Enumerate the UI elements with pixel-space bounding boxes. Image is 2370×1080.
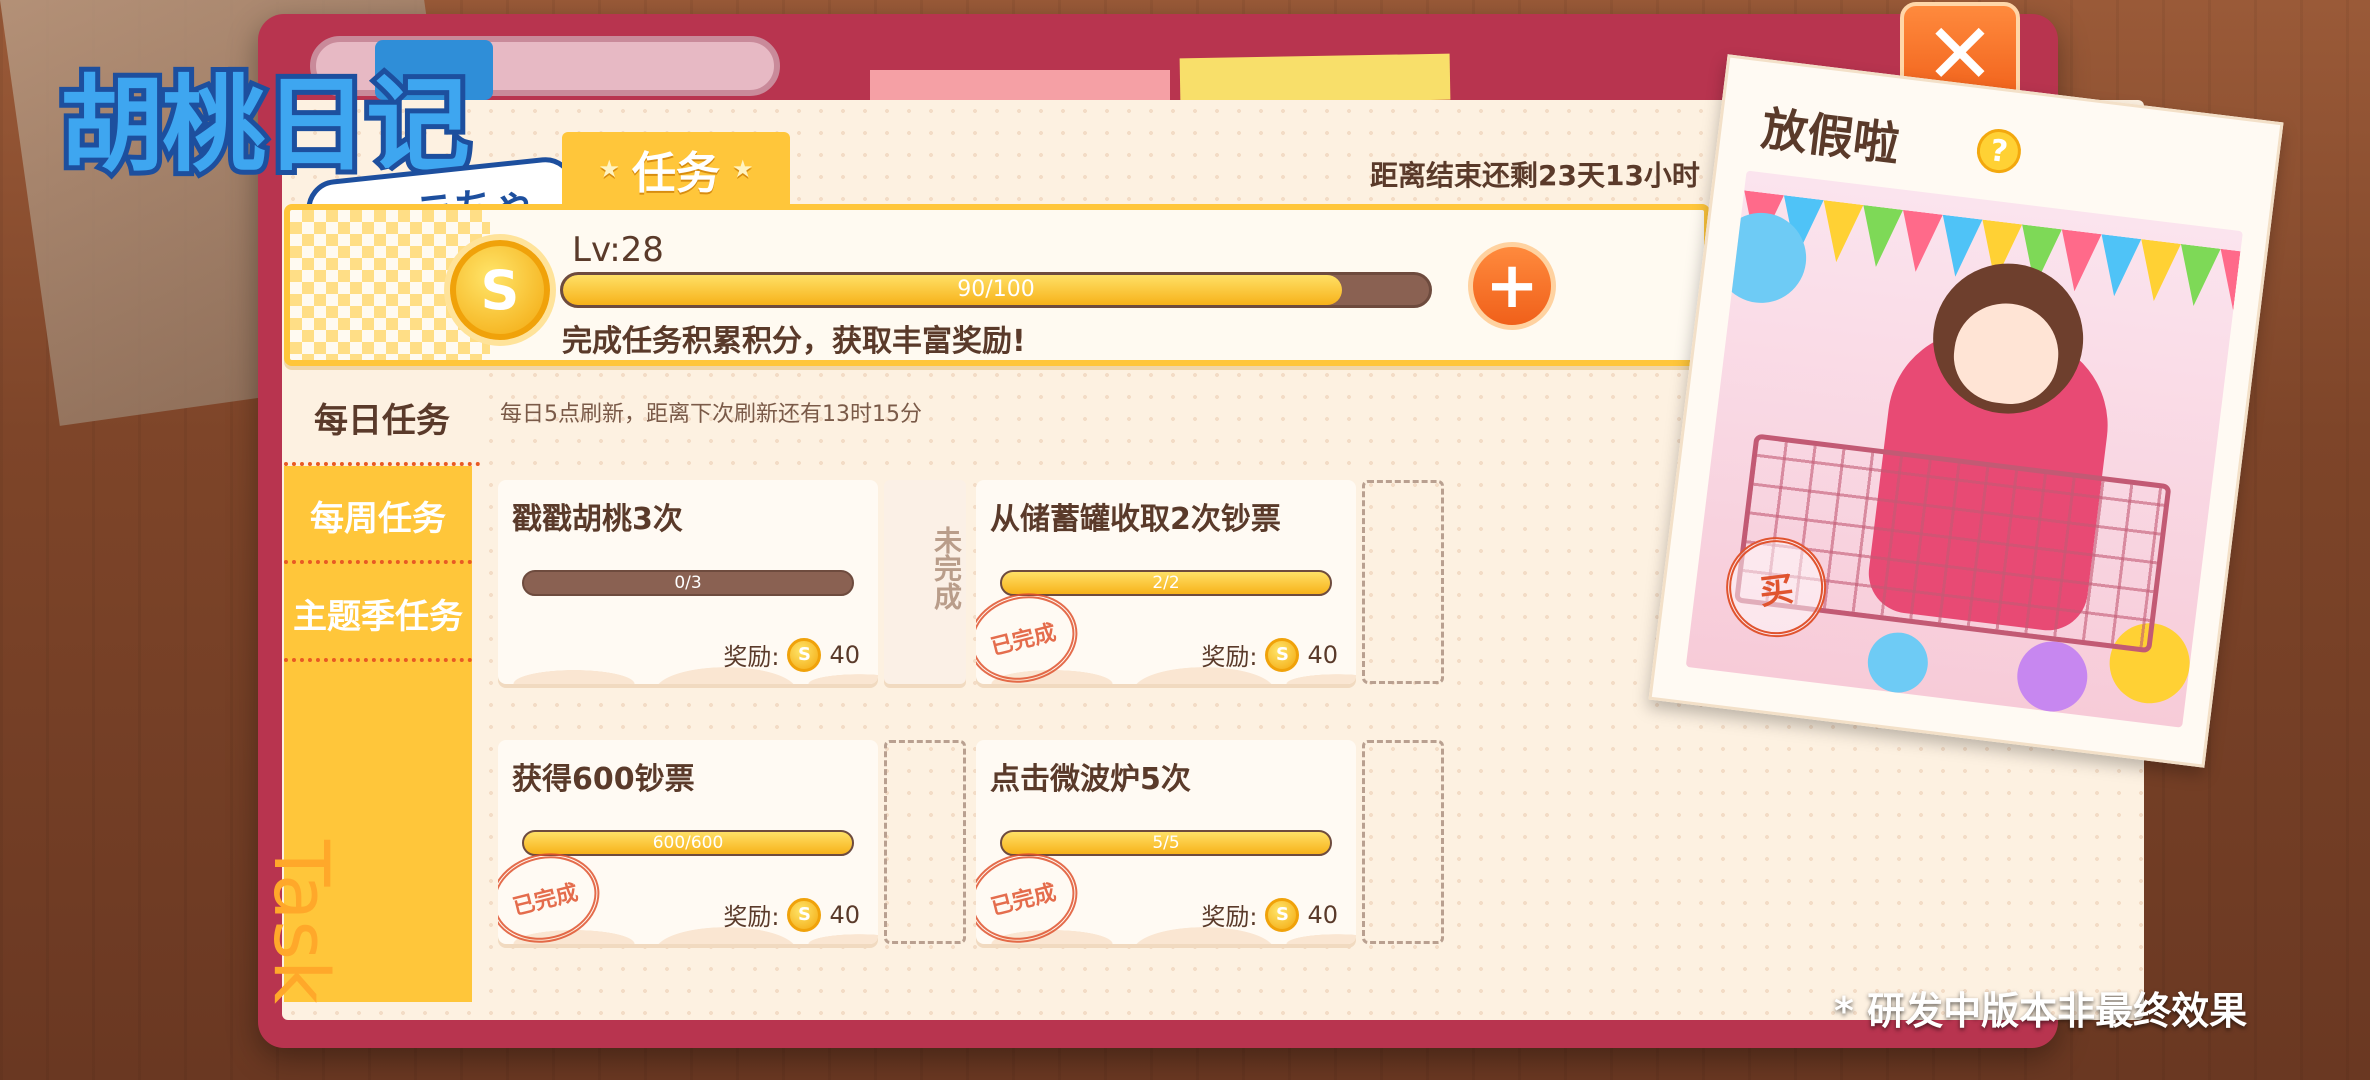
reward-label: 奖励: — [723, 903, 780, 931]
coin-icon: S — [1265, 637, 1300, 672]
tab-label: 主题季任务 — [293, 596, 463, 637]
task-title: 任务 — [632, 148, 720, 199]
disclaimer: * 研发中版本非最终效果 — [1834, 989, 2248, 1033]
task-progress-bar: 5/5 — [1000, 830, 1332, 856]
task-progress-text: 2/2 — [1152, 573, 1180, 593]
task-title: 戳戳胡桃3次 — [512, 502, 683, 537]
task-watermark: Task — [257, 840, 346, 1005]
task-title: 从储蓄罐收取2次钞票 — [990, 502, 1281, 537]
add-points-button[interactable]: + — [1468, 242, 1556, 330]
task-card[interactable]: 戳戳胡桃3次 0/3 奖励: S 40 — [498, 480, 878, 684]
level-progress-text: 90/100 — [957, 277, 1035, 302]
task-reward: 奖励: S 40 — [1201, 637, 1338, 672]
tab-weekly-tasks[interactable]: 每周任务 — [284, 470, 472, 564]
task-reward: 奖励: S 40 — [723, 897, 860, 932]
task-status-incomplete: 未完成 — [930, 526, 963, 610]
refresh-note: 每日5点刷新，距离下次刷新还有13时15分 — [500, 402, 922, 427]
balloon-icon — [1864, 629, 1932, 697]
coin-icon: S — [787, 637, 822, 672]
task-progress-bar: 2/2 — [1000, 570, 1332, 596]
help-icon[interactable]: ? — [1974, 126, 2024, 176]
task-title: 获得600钞票 — [512, 762, 695, 797]
reward-label: 奖励: — [1201, 643, 1258, 671]
event-countdown: 距离结束还剩23天13小时 — [1370, 159, 1700, 192]
task-status-slot — [1362, 740, 1444, 944]
reward-amount: 40 — [1307, 900, 1338, 929]
task-progress-text: 0/3 — [674, 573, 702, 593]
reward-amount: 40 — [829, 640, 860, 669]
task-status-slot: 未完成 — [884, 480, 966, 684]
tab-daily-tasks[interactable]: 每日任务 — [284, 372, 480, 466]
coin-icon: S — [450, 240, 550, 340]
task-card[interactable]: 获得600钞票 600/600 已完成 奖励: S 40 — [498, 740, 878, 944]
level-label: Lv:28 — [572, 230, 664, 270]
task-reward: 奖励: S 40 — [723, 637, 860, 672]
tab-label: 每周任务 — [310, 498, 446, 539]
event-card[interactable]: 放假啦 ? 买 — [1648, 54, 2284, 768]
event-illustration: 买 — [1685, 170, 2243, 728]
reward-label: 奖励: — [1201, 903, 1258, 931]
task-title-tab: ★ 任务 ★ — [562, 132, 790, 206]
task-progress-text: 5/5 — [1152, 833, 1180, 853]
task-progress-text: 600/600 — [652, 833, 724, 853]
tab-season-tasks[interactable]: 主题季任务 — [284, 568, 472, 662]
event-title: 放假啦 — [1758, 101, 1903, 172]
balloon-icon — [2013, 637, 2092, 716]
reward-amount: 40 — [1307, 640, 1338, 669]
level-panel: S Lv:28 90/100 完成任务积累积分，获取丰富奖励! + — [284, 204, 1710, 366]
reward-amount: 40 — [829, 900, 860, 929]
task-title: 点击微波炉5次 — [990, 762, 1191, 797]
task-progress-bar: 0/3 — [522, 570, 854, 596]
plus-icon: + — [1485, 249, 1539, 323]
task-progress-bar: 600/600 — [522, 830, 854, 856]
task-card[interactable]: 从储蓄罐收取2次钞票 2/2 已完成 奖励: S 40 — [976, 480, 1356, 684]
coin-icon: S — [787, 897, 822, 932]
level-progress-bar: 90/100 — [560, 272, 1432, 308]
sticky-note-yellow — [1179, 53, 1451, 105]
logo-title: 胡桃日记 — [55, 59, 475, 191]
task-status-slot — [1362, 480, 1444, 684]
tab-label: 每日任务 — [314, 400, 450, 441]
level-description: 完成任务积累积分，获取丰富奖励! — [562, 324, 1026, 359]
reward-label: 奖励: — [723, 643, 780, 671]
task-card[interactable]: 点击微波炉5次 5/5 已完成 奖励: S 40 — [976, 740, 1356, 944]
task-status-slot — [884, 740, 966, 944]
star-icon: ★ — [732, 155, 754, 183]
task-reward: 奖励: S 40 — [1201, 897, 1338, 932]
coin-icon: S — [1265, 897, 1300, 932]
star-icon: ★ — [598, 155, 620, 183]
